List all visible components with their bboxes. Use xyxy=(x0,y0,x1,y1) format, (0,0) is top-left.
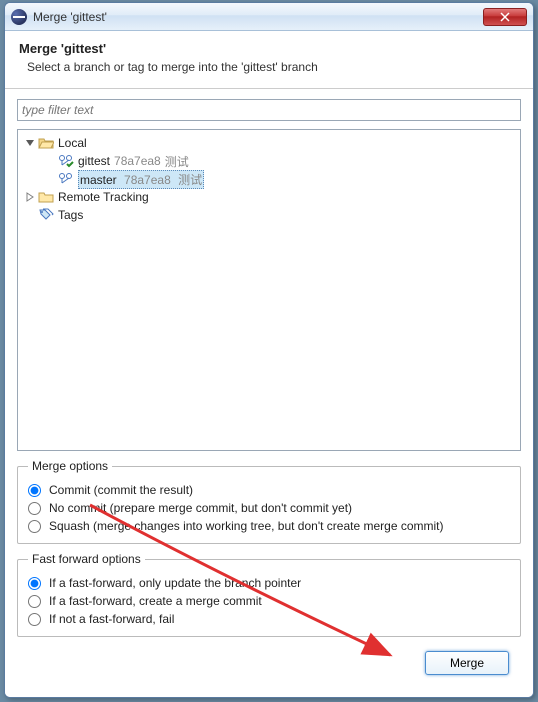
ff-options-legend: Fast forward options xyxy=(28,552,145,566)
radio-label-squash[interactable]: Squash (merge changes into working tree,… xyxy=(49,519,443,533)
page-subtitle: Select a branch or tag to merge into the… xyxy=(27,60,519,74)
merge-options-legend: Merge options xyxy=(28,459,112,473)
commit-hash: 78a7ea8 xyxy=(114,154,161,168)
tree-node-branch-master[interactable]: master 78a7ea8 测试 xyxy=(22,170,516,188)
radio-ff[interactable] xyxy=(28,577,41,590)
radio-row: Squash (merge changes into working tree,… xyxy=(28,519,510,533)
radio-commit[interactable] xyxy=(28,484,41,497)
close-icon xyxy=(500,12,510,22)
radio-row: If not a fast-forward, fail xyxy=(28,612,510,626)
tree-label: Tags xyxy=(58,208,83,222)
tree-label: Remote Tracking xyxy=(58,190,149,204)
radio-ff-only[interactable] xyxy=(28,613,41,626)
checked-out-branch-icon xyxy=(58,154,74,168)
dialog-header: Merge 'gittest' Select a branch or tag t… xyxy=(5,31,533,89)
radio-no-commit[interactable] xyxy=(28,502,41,515)
expand-collapse-icon[interactable] xyxy=(24,191,36,203)
tree-node-tags[interactable]: Tags xyxy=(22,206,516,224)
radio-label-commit[interactable]: Commit (commit the result) xyxy=(49,483,193,497)
tree-node-local[interactable]: Local xyxy=(22,134,516,152)
titlebar[interactable]: Merge 'gittest' xyxy=(5,3,533,31)
fast-forward-options-group: Fast forward options If a fast-forward, … xyxy=(17,552,521,637)
radio-label-no-ff[interactable]: If a fast-forward, create a merge commit xyxy=(49,594,262,608)
radio-row: Commit (commit the result) xyxy=(28,483,510,497)
radio-label-ff[interactable]: If a fast-forward, only update the branc… xyxy=(49,576,301,590)
window-title: Merge 'gittest' xyxy=(33,10,483,24)
dialog-window: Merge 'gittest' Merge 'gittest' Select a… xyxy=(4,2,534,698)
dialog-body: Local gittest 78a7ea8 测试 xyxy=(5,89,533,697)
commit-message: 测试 xyxy=(165,153,189,170)
commit-hash: 78a7ea8 xyxy=(124,173,171,187)
tree-spacer xyxy=(24,209,36,221)
tags-icon xyxy=(38,208,54,222)
tree-label: Local xyxy=(58,136,87,150)
branch-name: gittest xyxy=(78,154,110,168)
tree-node-remote-tracking[interactable]: Remote Tracking xyxy=(22,188,516,206)
branch-icon xyxy=(58,172,74,186)
radio-row: If a fast-forward, only update the branc… xyxy=(28,576,510,590)
merge-options-group: Merge options Commit (commit the result)… xyxy=(17,459,521,544)
folder-icon xyxy=(38,190,54,204)
radio-no-ff[interactable] xyxy=(28,595,41,608)
radio-row: If a fast-forward, create a merge commit xyxy=(28,594,510,608)
branch-name: master xyxy=(80,173,117,187)
tree-spacer xyxy=(44,155,56,167)
filter-input[interactable] xyxy=(17,99,521,121)
radio-row: No commit (prepare merge commit, but don… xyxy=(28,501,510,515)
tree-spacer xyxy=(44,173,56,185)
merge-button[interactable]: Merge xyxy=(425,651,509,675)
radio-squash[interactable] xyxy=(28,520,41,533)
tree-node-branch-gittest[interactable]: gittest 78a7ea8 测试 xyxy=(22,152,516,170)
expand-collapse-icon[interactable] xyxy=(24,137,36,149)
page-title: Merge 'gittest' xyxy=(19,41,519,56)
folder-open-icon xyxy=(38,136,54,150)
eclipse-app-icon xyxy=(11,9,27,25)
button-bar: Merge xyxy=(17,645,521,687)
commit-message: 测试 xyxy=(178,173,202,187)
radio-label-no-commit[interactable]: No commit (prepare merge commit, but don… xyxy=(49,501,352,515)
close-button[interactable] xyxy=(483,8,527,26)
radio-label-ff-only[interactable]: If not a fast-forward, fail xyxy=(49,612,174,626)
branch-tree[interactable]: Local gittest 78a7ea8 测试 xyxy=(17,129,521,451)
selected-branch-row: master 78a7ea8 测试 xyxy=(78,170,204,189)
